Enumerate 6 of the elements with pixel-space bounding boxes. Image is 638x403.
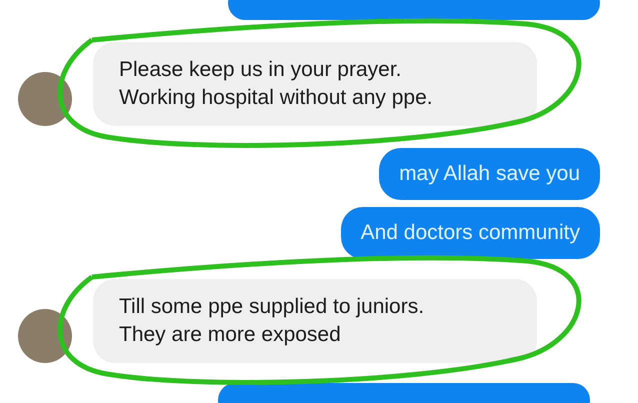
avatar bbox=[18, 72, 72, 126]
message-bubble: may Allah save you bbox=[379, 148, 600, 200]
message-bubble: Please keep us in your prayer. Working hospital without any ppe. bbox=[93, 42, 537, 126]
message-bubble: And doctors community bbox=[340, 207, 600, 259]
message-bubble: Till some ppe supplied to juniors. They are more exposed bbox=[93, 279, 537, 363]
avatar bbox=[18, 309, 72, 363]
